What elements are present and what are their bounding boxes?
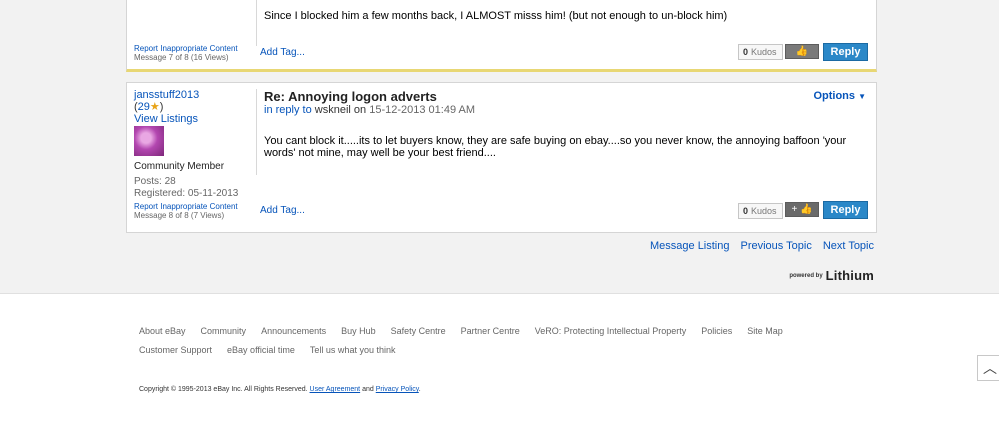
powered-by-text: powered by	[789, 272, 823, 279]
plus-icon: +	[791, 204, 798, 215]
copyright-and: and	[362, 386, 374, 393]
reply-line: in reply to wskneil on 15-12-2013 01:49 …	[264, 104, 475, 116]
message-post-7: Since I blocked him a few months back, I…	[126, 0, 877, 72]
author-divider	[256, 0, 257, 46]
post-date: 15-12-2013 01:49 AM	[369, 104, 476, 116]
avatar[interactable]	[134, 126, 164, 156]
message-info: Message 8 of 8 (7 Views)	[134, 211, 225, 220]
scroll-to-top-button[interactable]: ︿	[977, 355, 999, 381]
footer-link[interactable]: Announcements	[261, 326, 326, 336]
message-meta: Report Inappropriate Content Message 8 o…	[134, 202, 238, 220]
view-listings-link[interactable]: View Listings	[134, 113, 199, 125]
kudos-count-value: 0	[743, 47, 749, 57]
author-stats: Posts: 28 Registered: 05-11-2013	[134, 176, 238, 200]
report-content-link[interactable]: Report Inappropriate Content	[134, 202, 238, 211]
copyright-text: Copyright © 1995-2013 eBay Inc. All Righ…	[139, 386, 308, 393]
kudos-count: 0 Kudos	[738, 44, 783, 60]
copyright-period: .	[418, 386, 421, 393]
message-meta: Report Inappropriate Content Message 7 o…	[134, 44, 238, 62]
thumbs-up-icon: 👍	[795, 46, 809, 57]
footer-link[interactable]: Tell us what you think	[310, 345, 396, 355]
reply-button[interactable]: Reply	[823, 201, 868, 219]
topic-navigation: Message Listing Previous Topic Next Topi…	[650, 240, 874, 252]
options-label: Options	[813, 90, 856, 102]
footer-link[interactable]: Customer Support	[139, 345, 212, 355]
message-post-8: jansstuff2013 (29★) View Listings Commun…	[126, 82, 877, 233]
author-panel: jansstuff2013 (29★) View Listings	[134, 89, 199, 125]
give-kudos-button[interactable]: + 👍	[785, 202, 819, 217]
footer-link[interactable]: Community	[201, 326, 247, 336]
lithium-logo: Lithium	[825, 268, 874, 283]
message-body: You cant block it.....its to let buyers …	[264, 135, 847, 159]
options-menu[interactable]: Options ▼	[813, 90, 866, 102]
author-registered: Registered: 05-11-2013	[134, 188, 239, 199]
footer-link[interactable]: VeRO: Protecting Intellectual Property	[535, 326, 687, 336]
report-content-link[interactable]: Report Inappropriate Content	[134, 44, 238, 53]
message-info: Message 7 of 8 (16 Views)	[134, 53, 229, 62]
footer-link[interactable]: Safety Centre	[391, 326, 446, 336]
next-topic-link[interactable]: Next Topic	[823, 240, 874, 252]
star-icon: ★	[149, 101, 160, 113]
in-reply-to-link[interactable]: in reply to	[264, 104, 312, 116]
message-body: Since I blocked him a few months back, I…	[264, 10, 728, 22]
chevron-down-icon: ▼	[858, 92, 866, 101]
user-agreement-link[interactable]: User Agreement	[310, 386, 361, 393]
reply-button[interactable]: Reply	[823, 43, 868, 61]
copyright: Copyright © 1995-2013 eBay Inc. All Righ…	[139, 386, 421, 393]
footer-link[interactable]: About eBay	[139, 326, 186, 336]
footer-link[interactable]: Buy Hub	[341, 326, 376, 336]
kudos-label: Kudos	[751, 206, 777, 216]
footer-link[interactable]: Site Map	[747, 326, 783, 336]
chevron-up-icon: ︿	[983, 360, 997, 376]
kudos-count-value: 0	[743, 206, 749, 216]
powered-by-logo[interactable]: powered by Lithium	[789, 268, 874, 283]
footer-link[interactable]: eBay official time	[227, 345, 295, 355]
give-kudos-button[interactable]: 👍	[785, 44, 819, 59]
footer-link[interactable]: Policies	[701, 326, 732, 336]
add-tag-link[interactable]: Add Tag...	[260, 205, 305, 216]
footer-links-secondary: Customer Support eBay official time Tell…	[139, 345, 395, 355]
author-name-link[interactable]: jansstuff2013	[134, 89, 199, 101]
privacy-policy-link[interactable]: Privacy Policy	[376, 386, 419, 393]
author-role: Community Member	[134, 161, 225, 172]
thumbs-up-icon: 👍	[800, 204, 813, 215]
date-prefix: on	[353, 104, 367, 116]
author-rank: (29★)	[134, 101, 164, 113]
footer-link[interactable]: Partner Centre	[461, 326, 520, 336]
reply-user[interactable]: wskneil	[315, 104, 351, 116]
previous-topic-link[interactable]: Previous Topic	[741, 240, 812, 252]
message-subject[interactable]: Re: Annoying logon adverts	[264, 89, 437, 104]
kudos-label: Kudos	[751, 47, 777, 57]
footer-divider	[0, 293, 999, 294]
author-divider	[256, 89, 257, 175]
footer-links-primary: About eBay Community Announcements Buy H…	[139, 326, 783, 336]
author-posts: Posts: 28	[134, 176, 176, 187]
kudos-count: 0 Kudos	[738, 203, 783, 219]
add-tag-link[interactable]: Add Tag...	[260, 47, 305, 58]
rank-count[interactable]: 29	[138, 101, 150, 113]
message-listing-link[interactable]: Message Listing	[650, 240, 730, 252]
